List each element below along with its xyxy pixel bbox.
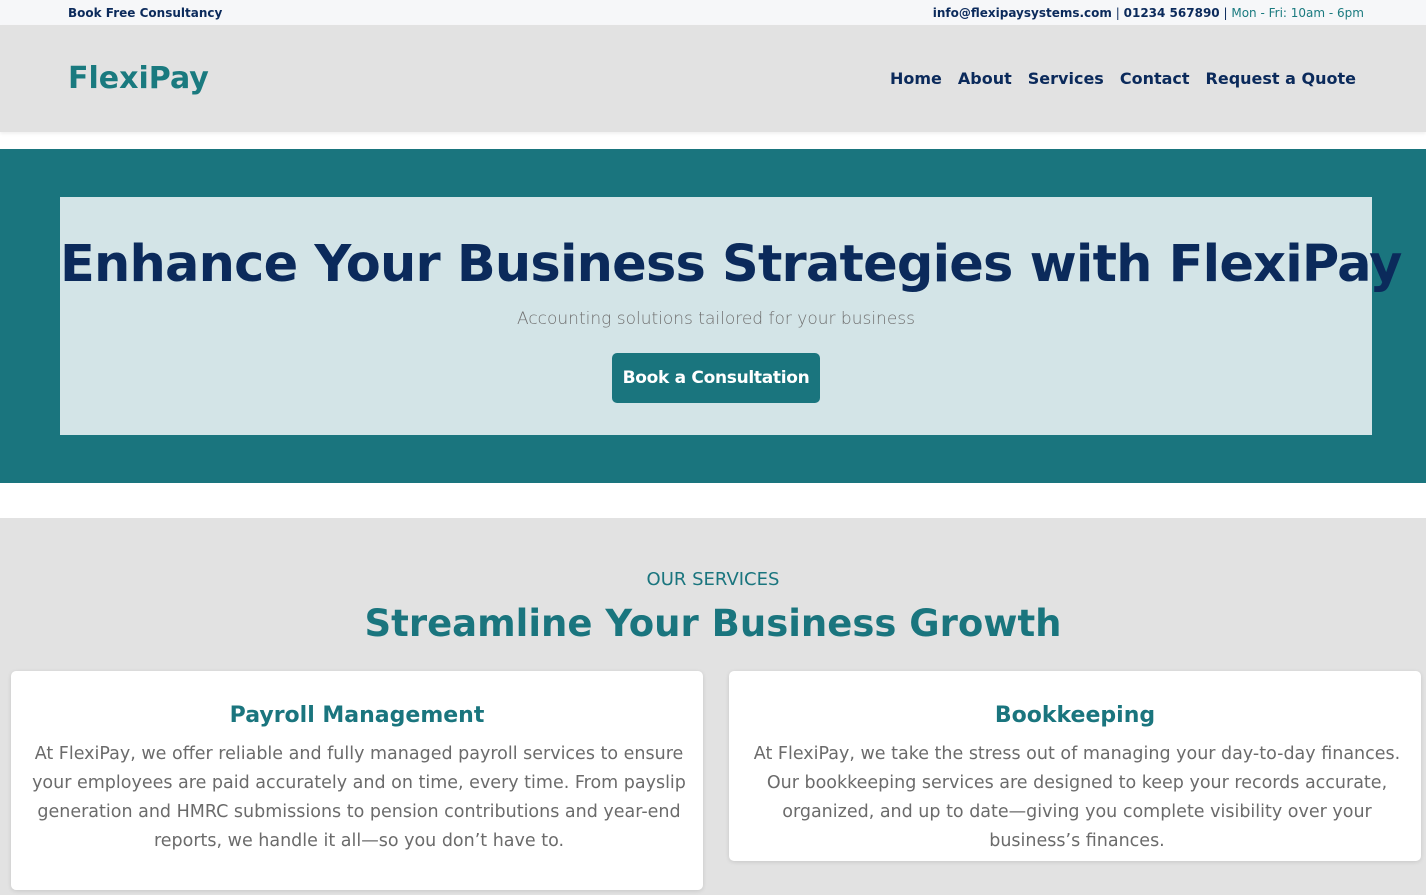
nav-about[interactable]: About (958, 69, 1012, 88)
nav-request-quote[interactable]: Request a Quote (1206, 69, 1356, 88)
main-nav: Home About Services Contact Request a Qu… (890, 69, 1356, 88)
site-header: FlexiPay Home About Services Contact Req… (0, 25, 1426, 132)
phone-link[interactable]: 01234 567890 (1124, 6, 1220, 20)
book-consultation-button[interactable]: Book a Consultation (612, 353, 820, 403)
service-card-title: Bookkeeping (994, 703, 1156, 728)
opening-hours: Mon - Fri: 10am - 6pm (1231, 6, 1364, 20)
nav-contact[interactable]: Contact (1120, 69, 1190, 88)
hero-title: Enhance Your Business Strategies with Fl… (60, 235, 1402, 294)
book-free-consultancy-link[interactable]: Book Free Consultancy (68, 6, 222, 20)
email-link[interactable]: info@flexipaysystems.com (933, 6, 1112, 20)
separator: | (1223, 6, 1228, 20)
services-section: OUR SERVICES Streamline Your Business Gr… (0, 518, 1426, 895)
service-card-text: At FlexiPay, we offer reliable and fully… (32, 744, 686, 851)
nav-home[interactable]: Home (890, 69, 942, 88)
hero-card: Enhance Your Business Strategies with Fl… (60, 197, 1402, 435)
service-card-bookkeeping: Bookkeeping At FlexiPay, we take the str… (729, 671, 1421, 861)
services-eyebrow: OUR SERVICES (646, 569, 780, 590)
service-card-payroll: Payroll Management At FlexiPay, we offer… (11, 671, 703, 890)
contact-info: info@flexipaysystems.com | 01234 567890 … (933, 6, 1364, 20)
nav-services[interactable]: Services (1028, 69, 1104, 88)
top-bar: Book Free Consultancy info@flexipaysyste… (0, 0, 1426, 25)
hero-subtitle: Accounting solutions tailored for your b… (516, 309, 916, 329)
separator: | (1115, 6, 1120, 20)
hero-section: Enhance Your Business Strategies with Fl… (0, 149, 1426, 483)
services-title: Streamline Your Business Growth (364, 602, 1062, 645)
site-logo[interactable]: FlexiPay (68, 61, 209, 96)
service-card-text: At FlexiPay, we take the stress out of m… (753, 744, 1401, 851)
service-card-title: Payroll Management (229, 703, 485, 728)
